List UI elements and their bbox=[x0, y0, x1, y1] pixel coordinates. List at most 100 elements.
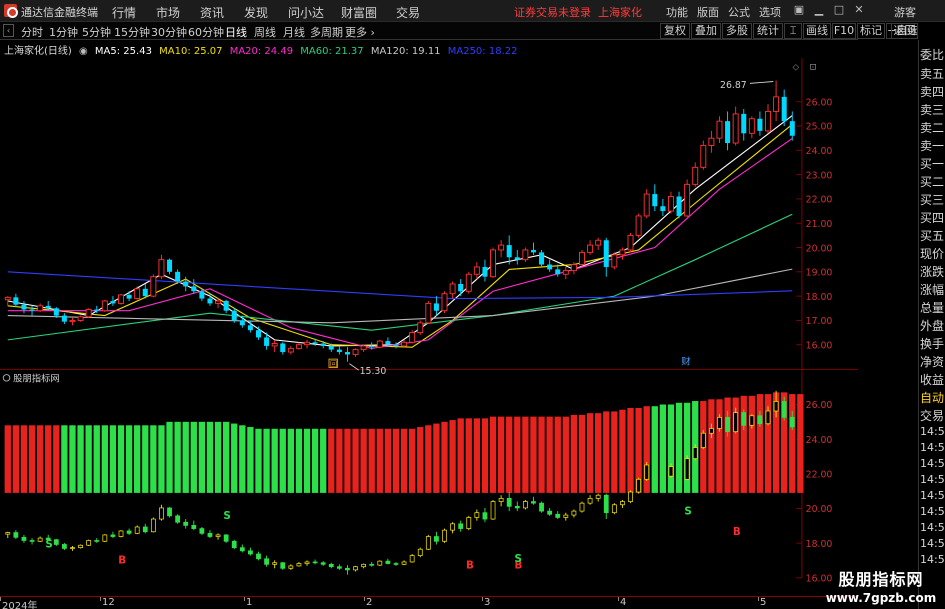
ind-candle-body bbox=[676, 466, 682, 480]
candle-body bbox=[247, 325, 253, 331]
candle-body bbox=[433, 303, 439, 311]
side-item-29[interactable]: 14:56 bbox=[920, 553, 945, 566]
side-item-22[interactable]: 14:56 bbox=[920, 441, 945, 454]
side-item-19[interactable]: 自动 bbox=[920, 389, 945, 406]
menu-options[interactable]: 选项 bbox=[759, 4, 781, 20]
side-item-10[interactable]: 买五 bbox=[920, 227, 945, 244]
menu-wealth[interactable]: 财富圈 bbox=[341, 4, 377, 21]
side-item-17[interactable]: 净资 bbox=[920, 353, 945, 370]
tab-1min[interactable]: 1分钟 bbox=[49, 24, 78, 40]
menu-quotes[interactable]: 行情 bbox=[112, 4, 136, 21]
ind-candle-body bbox=[579, 502, 585, 512]
tab-multi[interactable]: 多周期 bbox=[310, 24, 343, 40]
side-item-14[interactable]: 总量 bbox=[920, 299, 945, 316]
tab-more[interactable]: 更多 › bbox=[345, 24, 375, 40]
cursor-icon[interactable]: ⌶ bbox=[784, 23, 802, 39]
menu-trade[interactable]: 交易 bbox=[396, 4, 420, 21]
menu-layout[interactable]: 版面 bbox=[697, 4, 719, 20]
side-item-15[interactable]: 外盘 bbox=[920, 317, 945, 334]
candle-body bbox=[635, 215, 642, 236]
ind-candle-body bbox=[361, 563, 367, 568]
indicator-bar bbox=[797, 394, 804, 493]
indicator-bar bbox=[239, 425, 246, 493]
tab-5min[interactable]: 5分钟 bbox=[82, 24, 111, 40]
side-item-2[interactable]: 卖四 bbox=[920, 83, 945, 100]
indicator-bar bbox=[514, 416, 521, 493]
side-item-8[interactable]: 买三 bbox=[920, 191, 945, 208]
side-item-6[interactable]: 买一 bbox=[920, 155, 945, 172]
tab-intraday[interactable]: 分时 bbox=[21, 24, 43, 40]
ind-candle-body bbox=[61, 544, 67, 549]
skin-icon[interactable]: ▣ bbox=[792, 3, 806, 17]
ind-candle-body bbox=[70, 547, 75, 549]
menu-function[interactable]: 功能 bbox=[666, 4, 688, 20]
side-item-18[interactable]: 收益 bbox=[920, 371, 945, 388]
tab-60min[interactable]: 60分钟 bbox=[188, 24, 224, 40]
date-label: 2024年 bbox=[2, 601, 38, 609]
adjust-button[interactable]: 复权 bbox=[660, 23, 690, 39]
ind-candle-body bbox=[175, 515, 181, 523]
candle-body bbox=[652, 194, 658, 207]
side-item-0[interactable]: 委比 bbox=[920, 46, 945, 63]
price-chart[interactable]: SBSB BSSB 26.0025.0024.0023.0022.0021.002… bbox=[0, 40, 858, 596]
ind-candle-body bbox=[522, 501, 528, 509]
side-item-3[interactable]: 卖三 bbox=[920, 101, 945, 118]
side-item-21[interactable]: 14:56 bbox=[920, 425, 945, 438]
multi-stock-button[interactable]: 多股 bbox=[722, 23, 752, 39]
candle-body bbox=[619, 249, 626, 256]
tab-monthly[interactable]: 月线 bbox=[283, 24, 305, 40]
side-item-1[interactable]: 卖五 bbox=[920, 65, 945, 82]
close-icon[interactable]: ✕ bbox=[852, 3, 866, 17]
menu-market[interactable]: 市场 bbox=[156, 4, 180, 21]
side-item-11[interactable]: 现价 bbox=[920, 245, 945, 262]
side-item-12[interactable]: 涨跌 bbox=[920, 263, 945, 280]
tab-daily[interactable]: 日线 bbox=[225, 24, 247, 40]
login-notice[interactable]: 证券交易未登录 上海家化 bbox=[514, 4, 642, 20]
indicator-bar bbox=[311, 428, 319, 493]
indicator-bar bbox=[449, 420, 456, 493]
back-button[interactable]: 返回 bbox=[891, 23, 918, 39]
side-item-5[interactable]: 卖一 bbox=[920, 137, 945, 154]
tab-15min[interactable]: 15分钟 bbox=[114, 24, 150, 40]
side-item-13[interactable]: 涨幅 bbox=[920, 281, 945, 298]
side-item-4[interactable]: 卖二 bbox=[920, 119, 945, 136]
menu-discover[interactable]: 发现 bbox=[244, 4, 268, 21]
side-item-7[interactable]: 买二 bbox=[920, 173, 945, 190]
indicator-bar bbox=[627, 407, 634, 493]
side-item-24[interactable]: 14:56 bbox=[920, 473, 945, 486]
side-item-25[interactable]: 14:56 bbox=[920, 489, 945, 502]
ind-candle-body bbox=[223, 534, 229, 542]
guest-label[interactable]: 游客 bbox=[894, 4, 916, 20]
f10-button[interactable]: F10 bbox=[832, 23, 856, 39]
maximize-icon[interactable]: □ bbox=[832, 3, 846, 17]
ind-candle-body bbox=[94, 540, 100, 542]
candle-body bbox=[215, 300, 222, 304]
menu-ask[interactable]: 问小达 bbox=[288, 4, 324, 21]
side-item-27[interactable]: 14:56 bbox=[920, 521, 945, 534]
mark-button[interactable]: 标记 bbox=[857, 23, 885, 39]
y-tick-label: 24.00 bbox=[806, 146, 833, 157]
side-item-9[interactable]: 买四 bbox=[920, 209, 945, 226]
watermark-url: www.7gpzb.com bbox=[825, 591, 937, 605]
ind-candle-body bbox=[239, 547, 245, 552]
minimize-icon[interactable]: ▁ bbox=[812, 3, 826, 17]
menu-formula[interactable]: 公式 bbox=[728, 4, 750, 20]
side-item-28[interactable]: 14:56 bbox=[920, 537, 945, 550]
side-item-26[interactable]: 14:56 bbox=[920, 505, 945, 518]
nav-prev-icon[interactable]: ‹ bbox=[3, 24, 14, 37]
indicator-bar bbox=[320, 428, 327, 493]
draw-button[interactable]: 画线 bbox=[803, 23, 831, 39]
candle-body bbox=[223, 300, 229, 311]
stats-button[interactable]: 统计 bbox=[753, 23, 783, 39]
side-item-16[interactable]: 换手 bbox=[920, 335, 945, 352]
overlay-button[interactable]: 叠加 bbox=[691, 23, 721, 39]
candle-body bbox=[175, 271, 181, 282]
ind-candle-body bbox=[700, 432, 706, 448]
tab-weekly[interactable]: 周线 bbox=[254, 24, 276, 40]
chart-toolbar: 复权 叠加 多股 统计 ⌶ 画线 F10 标记 +自选 bbox=[660, 22, 918, 40]
buy-signal: B bbox=[118, 555, 126, 567]
tab-30min[interactable]: 30分钟 bbox=[151, 24, 187, 40]
side-item-23[interactable]: 14:56 bbox=[920, 457, 945, 470]
side-item-20[interactable]: 交易 bbox=[920, 407, 945, 424]
menu-news[interactable]: 资讯 bbox=[200, 4, 224, 21]
